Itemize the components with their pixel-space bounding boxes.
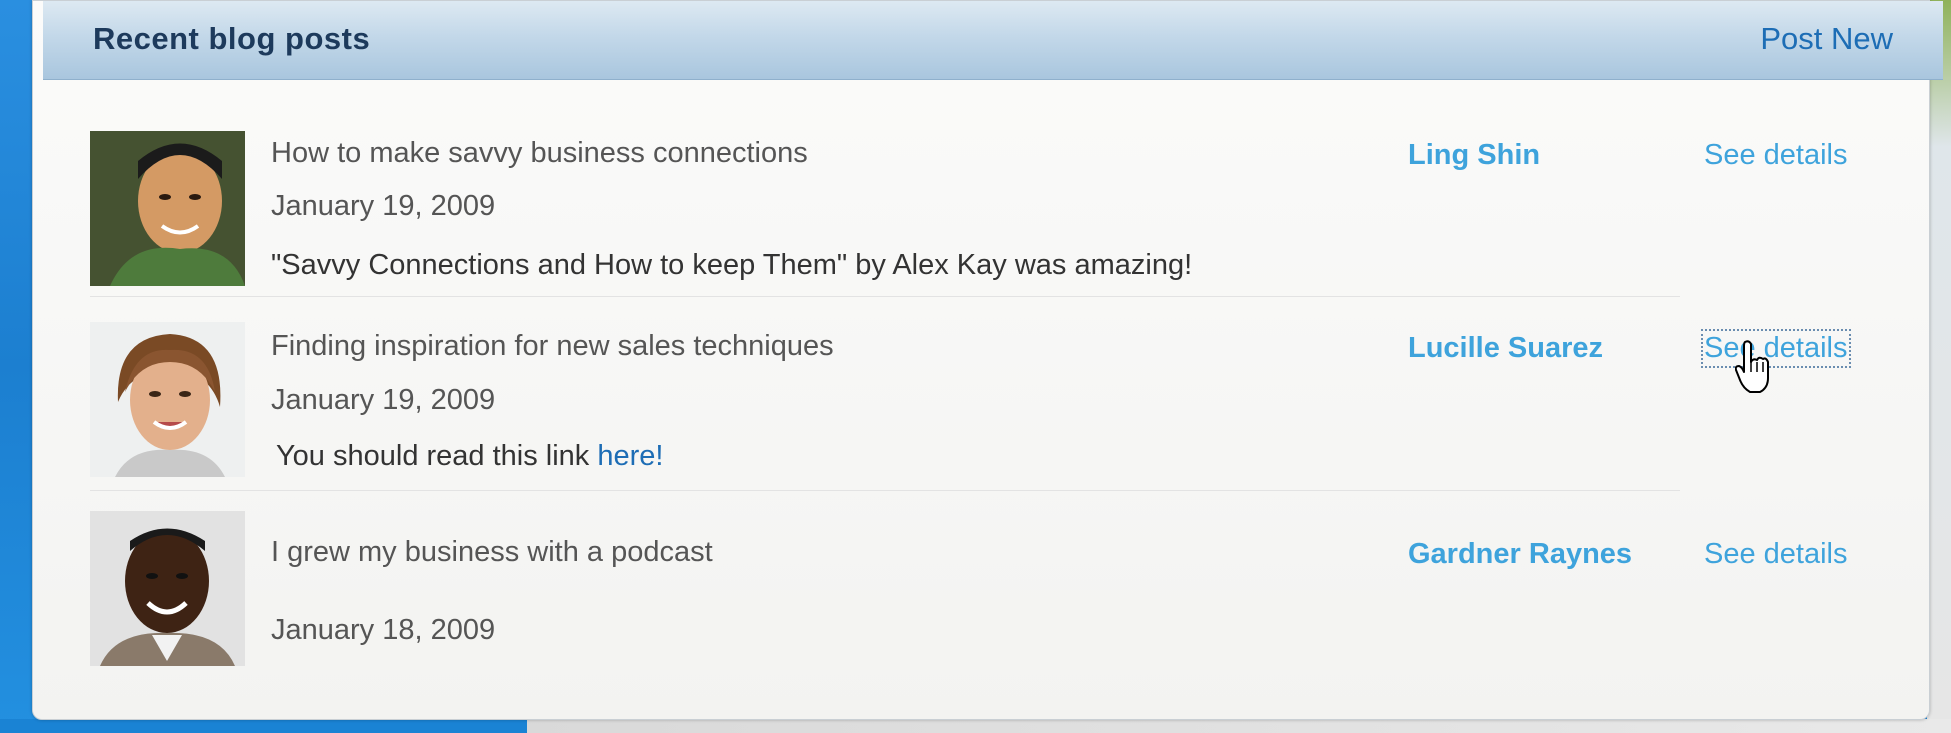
author-link[interactable]: Ling Shin — [1408, 139, 1540, 172]
post-date: January 19, 2009 — [271, 384, 496, 416]
here-link[interactable]: here! — [597, 440, 663, 472]
post-title: How to make savvy business connections — [271, 137, 808, 169]
post-date: January 19, 2009 — [271, 190, 496, 222]
hand-pointer-icon — [1735, 340, 1769, 393]
avatar-lucille-suarez — [90, 322, 245, 477]
post-excerpt: You should read this link here! — [276, 440, 663, 473]
post-title: I grew my business with a podcast — [271, 536, 713, 568]
author-link[interactable]: Gardner Raynes — [1408, 538, 1632, 571]
avatar-gardner-raynes — [90, 511, 245, 666]
post-excerpt-text: You should read this link — [276, 440, 598, 472]
row-divider — [90, 490, 1680, 491]
post-new-link[interactable]: Post New — [1760, 21, 1893, 57]
panel-header: Recent blog posts Post New — [43, 1, 1943, 80]
post-date: January 18, 2009 — [271, 614, 496, 646]
see-details-link[interactable]: See details — [1701, 329, 1851, 368]
panel-title: Recent blog posts — [93, 21, 371, 56]
post-title: Finding inspiration for new sales techni… — [271, 330, 834, 362]
row-divider — [90, 296, 1680, 297]
see-details-link[interactable]: See details — [1704, 538, 1848, 571]
desktop-background-right — [1927, 0, 1951, 733]
author-link[interactable]: Lucille Suarez — [1408, 332, 1603, 365]
desktop-background-bottom — [0, 719, 1951, 733]
post-excerpt: "Savvy Connections and How to keep Them"… — [271, 249, 1193, 281]
see-details-link[interactable]: See details — [1704, 139, 1848, 172]
avatar-ling-shin — [90, 131, 245, 286]
